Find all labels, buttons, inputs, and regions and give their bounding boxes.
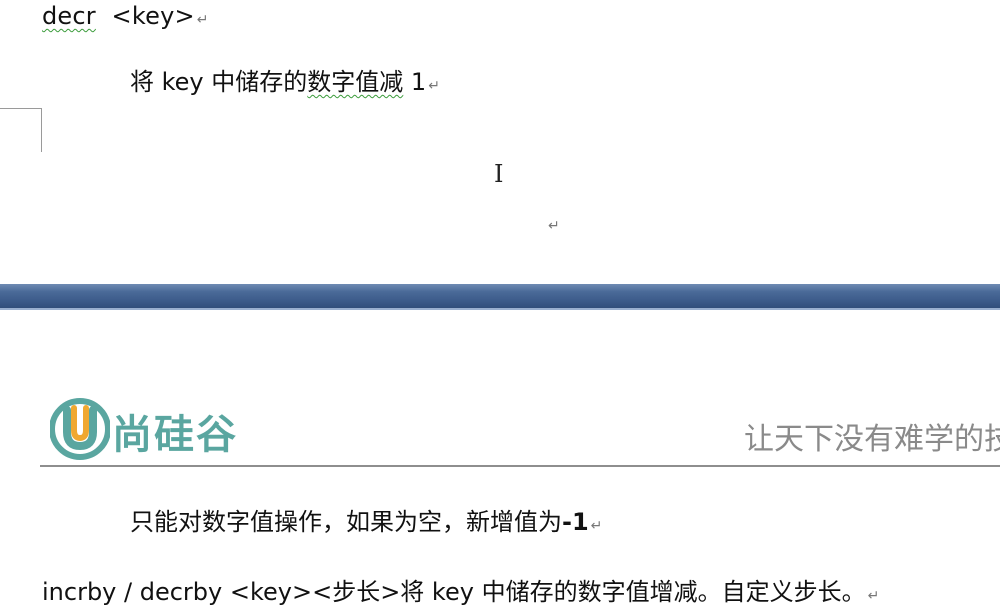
text-cursor-icon: I <box>494 160 504 188</box>
command-description: 将 key 中储存的数字值减 1 ↵ <box>130 62 440 97</box>
company-logo-icon <box>50 398 110 460</box>
header-slogan: 让天下没有难学的技 <box>744 422 1000 457</box>
document-page-top: decr <key> ↵ 将 key 中储存的数字值减 1 ↵ I ↵ <box>0 0 1000 284</box>
note-line: 只能对数字值操作，如果为空，新增值为-1 ↵ <box>130 502 602 537</box>
command-arg: <key> <box>111 2 195 30</box>
paragraph-mark-icon: ↵ <box>196 12 209 28</box>
description-prefix: 将 key 中储存的 <box>130 68 308 96</box>
paragraph-mark-icon: ↵ <box>590 518 603 534</box>
margin-corner-mark <box>0 108 42 152</box>
command2-text: incrby / decrby <key><步长>将 key 中储存的数字值增减… <box>42 578 866 606</box>
paragraph-mark-icon: ↵ <box>867 588 880 604</box>
header-divider <box>40 465 1000 467</box>
note-prefix: 只能对数字值操作，如果为空，新增值为 <box>130 508 562 536</box>
command-line-decr: decr <key> ↵ <box>42 2 209 30</box>
note-value: -1 <box>562 508 589 536</box>
logo-text: 尚硅谷 <box>112 412 238 458</box>
description-squiggle: 数字值减 <box>307 68 404 96</box>
command-name: decr <box>42 2 96 30</box>
paragraph-mark-icon: ↵ <box>428 78 440 94</box>
description-suffix: 1 <box>403 68 427 96</box>
paragraph-mark-icon: ↵ <box>548 218 560 234</box>
command-line-incrby: incrby / decrby <key><步长>将 key 中储存的数字值增减… <box>42 572 879 607</box>
page-separator <box>0 284 1000 310</box>
